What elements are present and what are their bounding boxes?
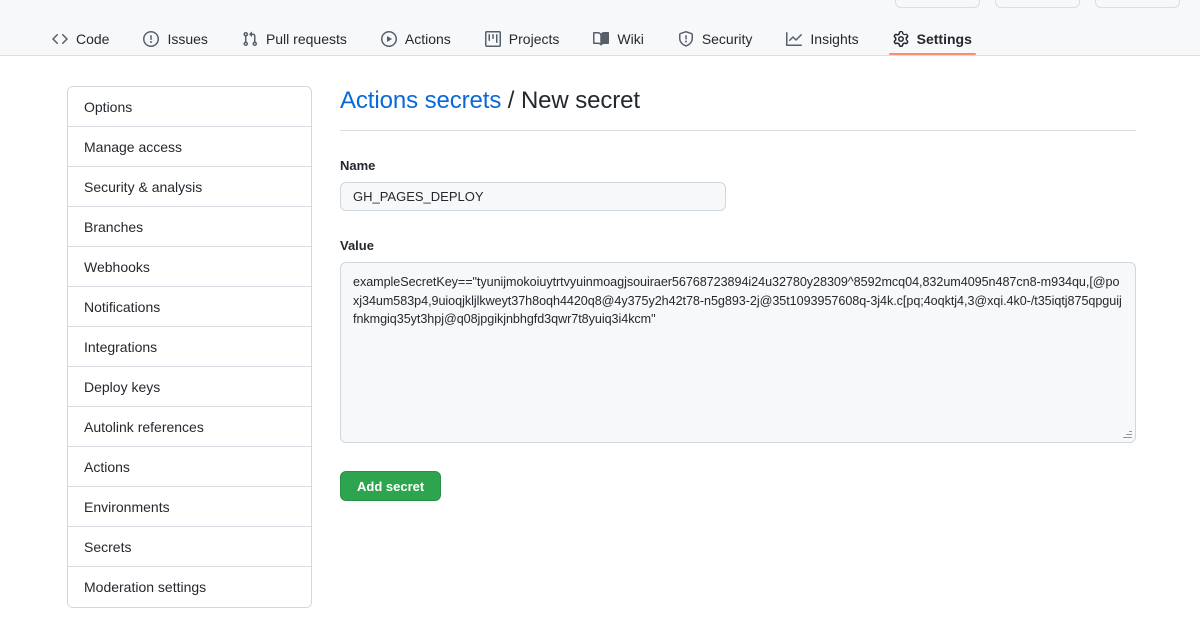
sidebar-item-moderation-settings[interactable]: Moderation settings [68,567,311,607]
git-pull-request-icon [242,31,258,47]
gear-icon [893,31,909,47]
nav-item-label: Actions [404,31,451,47]
cut-off-button[interactable] [995,0,1080,8]
sidebar-item-deploy-keys[interactable]: Deploy keys [68,367,311,407]
name-field-label: Name [340,158,376,173]
breadcrumb-current: New secret [520,87,640,114]
add-secret-button[interactable]: Add secret [340,471,442,502]
book-icon [593,31,610,47]
project-icon [484,31,501,47]
sidebar-item-label: Environments [84,498,170,515]
code-icon [52,31,68,47]
cut-off-button[interactable] [895,0,980,8]
nav-item-security[interactable]: Security [666,12,765,55]
breadcrumb-link-actions-secrets[interactable]: Actions secrets [340,87,501,114]
sidebar-item-label: Moderation settings [84,579,207,595]
top-strip [0,0,1200,12]
sidebar-item-options[interactable]: Options [68,87,311,127]
nav-item-label: Code [76,31,110,47]
main-content: Actions secrets / New secret Name Value … [340,86,1136,502]
sidebar-item-secrets[interactable]: Secrets [68,527,311,567]
sidebar-item-label: Notifications [84,298,161,315]
resize-handle-icon[interactable] [1121,428,1133,440]
page-body: Options Manage access Security & analysi… [0,56,1200,641]
secret-name-input[interactable] [340,182,726,212]
settings-sidebar: Options Manage access Security & analysi… [67,86,312,608]
sidebar-item-autolink-references[interactable]: Autolink references [68,407,311,447]
sidebar-item-label: Webhooks [84,258,150,275]
sidebar-item-label: Deploy keys [84,378,161,395]
sidebar-item-integrations[interactable]: Integrations [68,327,311,367]
issue-opened-icon [143,31,160,47]
repo-navigation: Code Issues Pull requests Actions Projec… [0,12,1200,56]
play-icon [380,31,397,47]
nav-item-issues[interactable]: Issues [131,12,219,55]
sidebar-item-label: Branches [84,218,144,235]
nav-item-projects[interactable]: Projects [473,12,572,55]
nav-item-wiki[interactable]: Wiki [581,12,655,55]
nav-item-label: Insights [810,31,859,47]
page-title: Actions secrets / New secret [340,86,1136,131]
sidebar-item-webhooks[interactable]: Webhooks [68,247,311,287]
sidebar-item-actions[interactable]: Actions [68,447,311,487]
nav-item-label: Issues [167,31,208,47]
secret-value-textarea[interactable]: exampleSecretKey=="tyunijmokoiuytrtvyuin… [340,262,1136,444]
sidebar-item-branches[interactable]: Branches [68,207,311,247]
value-field-label: Value [340,238,374,254]
nav-item-label: Projects [508,31,560,47]
nav-item-actions[interactable]: Actions [369,12,463,55]
nav-item-label: Settings [916,31,972,47]
sidebar-item-notifications[interactable]: Notifications [68,287,311,327]
sidebar-item-label: Actions [84,458,130,475]
nav-item-code[interactable]: Code [40,12,121,55]
sidebar-item-security-analysis[interactable]: Security & analysis [68,167,311,207]
graph-icon [786,31,803,47]
sidebar-item-label: Integrations [84,338,158,355]
nav-item-label: Pull requests [265,31,347,47]
sidebar-item-label: Manage access [84,138,183,155]
sidebar-item-manage-access[interactable]: Manage access [68,127,311,167]
cut-off-button[interactable] [1095,0,1180,8]
sidebar-item-label: Options [84,98,133,115]
sidebar-item-label: Security & analysis [84,178,203,195]
nav-item-insights[interactable]: Insights [774,12,870,55]
nav-item-label: Wiki [617,31,644,47]
breadcrumb-separator: / [501,87,521,114]
shield-icon [678,31,694,47]
secret-value-text: exampleSecretKey=="tyunijmokoiuytrtvyuin… [353,275,1122,327]
nav-item-settings[interactable]: Settings [881,12,984,55]
sidebar-item-label: Secrets [84,538,132,555]
nav-item-pull-requests[interactable]: Pull requests [230,12,359,55]
sidebar-item-environments[interactable]: Environments [68,487,311,527]
nav-item-label: Security [701,31,753,47]
sidebar-item-label: Autolink references [84,418,204,435]
